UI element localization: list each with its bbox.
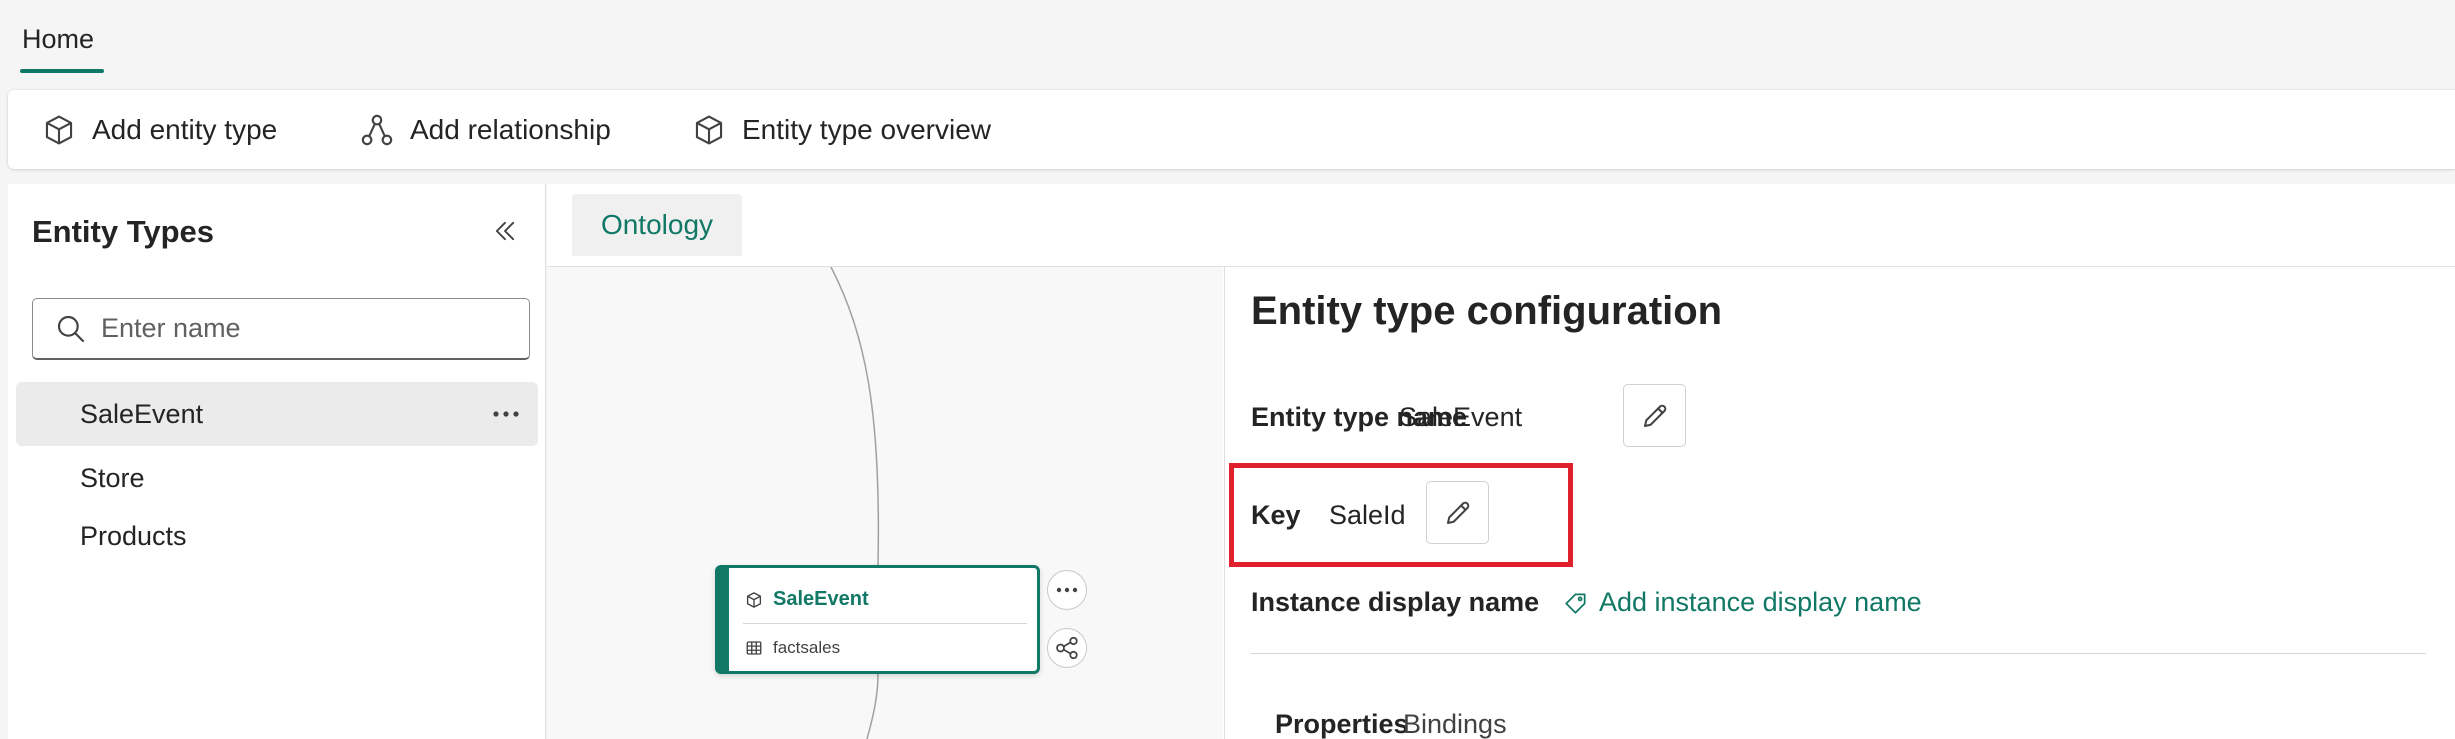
key-value: SaleId [1329, 500, 1406, 530]
edit-entity-type-name-button[interactable] [1623, 384, 1686, 447]
ontology-canvas[interactable]: SaleEvent factsales [547, 267, 1223, 739]
add-instance-display-name-link[interactable]: Add instance display name [1563, 587, 1922, 618]
search-input[interactable] [101, 313, 521, 344]
entity-item-label: SaleEvent [80, 398, 204, 429]
relationship-edge [830, 267, 880, 566]
panel-title: Entity Types [32, 214, 215, 249]
node-more-button[interactable] [1047, 570, 1087, 610]
cube-icon [695, 114, 723, 145]
search-box [32, 298, 530, 360]
relationship-edge [866, 673, 879, 739]
pencil-icon [1643, 404, 1666, 427]
node-title: SaleEvent [745, 588, 869, 611]
table-icon [746, 641, 762, 655]
entity-type-overview-label: Entity type overview [742, 113, 991, 145]
relationship-icon [361, 114, 393, 145]
ribbon-tabs: Home [0, 0, 2455, 88]
entity-type-configuration: Entity type configuration Entity type na… [1224, 267, 2455, 739]
entity-item-products[interactable]: Products [16, 510, 538, 562]
entity-item-label: Products [80, 520, 187, 551]
tab-properties[interactable]: Properties [1275, 709, 1409, 739]
entity-types-panel: Entity Types SaleEvent Store Products [8, 184, 546, 739]
search-icon [57, 315, 85, 342]
cube-icon [746, 591, 762, 608]
instance-display-name-label: Instance display name [1251, 587, 1540, 617]
add-instance-display-name-label: Add instance display name [1599, 587, 1922, 617]
node-relationship-button[interactable] [1047, 628, 1087, 668]
tab-home-indicator [20, 69, 104, 73]
toolbar: Add entity type Add relationship Entity … [8, 90, 2455, 169]
tab-bindings[interactable]: Bindings [1403, 709, 1507, 739]
entity-item-label: Store [80, 462, 145, 493]
tag-icon [1565, 592, 1586, 614]
entity-node-saleevent[interactable]: SaleEvent factsales [715, 565, 1040, 674]
collapse-icon [495, 221, 515, 241]
entity-item-saleevent[interactable]: SaleEvent [16, 382, 538, 446]
more-icon [1056, 587, 1078, 593]
entity-type-name-value: SaleEvent [1399, 402, 1523, 432]
tab-ontology[interactable]: Ontology [572, 194, 742, 256]
tab-home[interactable]: Home [22, 24, 94, 55]
more-icon [493, 411, 519, 417]
config-divider [1251, 653, 2426, 654]
entity-type-list: SaleEvent Store Products [16, 382, 538, 562]
node-source: factsales [745, 638, 840, 658]
node-title-label: SaleEvent [773, 588, 869, 610]
node-source-label: factsales [773, 638, 841, 657]
key-label: Key [1251, 500, 1301, 530]
more-options-button[interactable] [488, 396, 524, 432]
node-divider [743, 623, 1027, 624]
add-entity-type-label: Add entity type [92, 113, 278, 145]
add-entity-type-button[interactable]: Add entity type [42, 90, 277, 169]
entity-item-store[interactable]: Store [16, 446, 538, 510]
config-title: Entity type configuration [1251, 289, 1723, 333]
main-area: Ontology SaleEvent factsales Entity type… [547, 184, 2455, 739]
relationship-icon [1056, 636, 1078, 660]
edit-key-button[interactable] [1426, 481, 1489, 544]
add-relationship-button[interactable]: Add relationship [360, 90, 611, 169]
entity-type-overview-button[interactable]: Entity type overview [692, 90, 991, 169]
cube-icon [45, 114, 73, 145]
add-relationship-label: Add relationship [410, 113, 611, 145]
collapse-panel-button[interactable] [488, 214, 522, 248]
pencil-icon [1446, 501, 1469, 524]
